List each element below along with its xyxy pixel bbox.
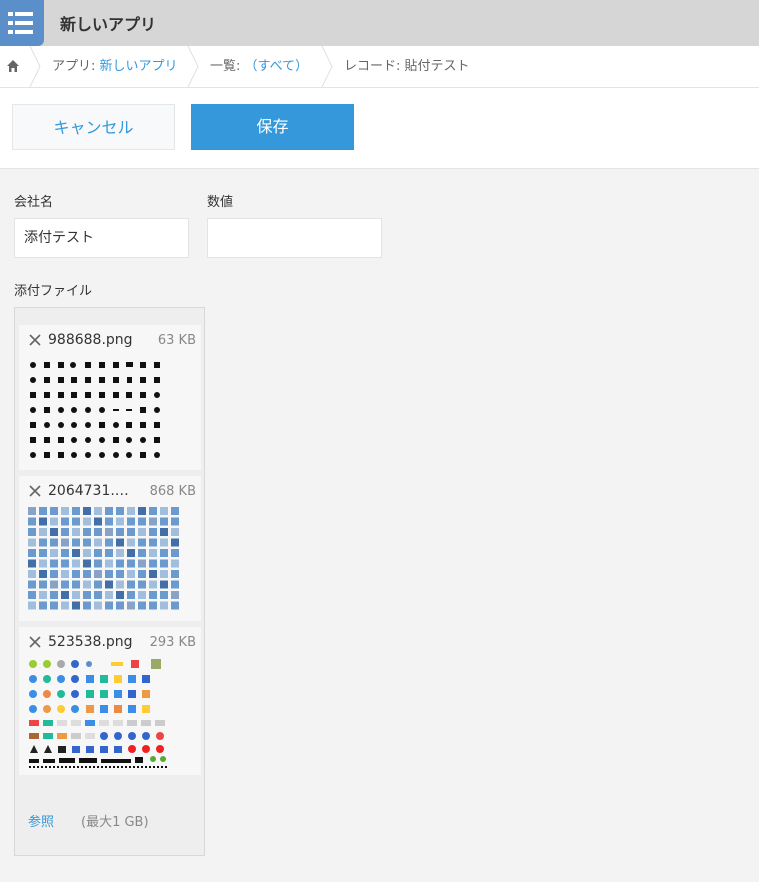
attachment-size: 293 KB — [149, 635, 196, 650]
attachment-thumbnail[interactable] — [27, 657, 187, 772]
attachment-filename[interactable]: 988688.png — [48, 332, 133, 348]
file-size-limit: (最大1 GB) — [81, 815, 149, 830]
number-label: 数値 — [207, 195, 234, 210]
breadcrumb-app-link[interactable]: 新しいアプリ — [100, 59, 178, 74]
attachment-field: 988688.png 63 KB 2064731.… 868 KB 523538… — [14, 307, 205, 856]
breadcrumb-record: レコード: 貼付テスト — [344, 59, 470, 74]
company-label: 会社名 — [14, 195, 54, 210]
attachment-thumbnail[interactable] — [27, 506, 187, 616]
number-input[interactable] — [207, 218, 382, 258]
breadcrumb-separator — [321, 46, 333, 87]
save-button[interactable]: 保存 — [191, 104, 354, 150]
close-icon[interactable] — [28, 333, 42, 347]
attachment-size: 63 KB — [157, 333, 196, 348]
breadcrumb-list: 一覧: （すべて） — [210, 59, 309, 74]
list-icon[interactable] — [0, 0, 44, 46]
attachment-item: 2064731.… 868 KB — [19, 476, 201, 621]
attachment-item: 523538.png 293 KB — [19, 627, 201, 775]
breadcrumb-list-link[interactable]: （すべて） — [245, 59, 309, 74]
breadcrumb-separator — [187, 46, 199, 87]
close-icon[interactable] — [28, 484, 42, 498]
company-input[interactable]: 添付テスト — [14, 218, 189, 258]
app-title: 新しいアプリ — [60, 15, 157, 34]
breadcrumb: アプリ: 新しいアプリ 一覧: （すべて） レコード: 貼付テスト — [0, 46, 759, 88]
breadcrumb-app: アプリ: 新しいアプリ — [52, 59, 178, 74]
browse-button[interactable]: 参照 — [28, 811, 54, 830]
edit-toolbar: キャンセル 保存 — [0, 88, 759, 169]
attachment-size: 868 KB — [149, 484, 196, 499]
home-icon[interactable] — [6, 59, 20, 73]
breadcrumb-separator — [29, 46, 41, 87]
attachment-item: 988688.png 63 KB — [19, 325, 201, 470]
attachment-label: 添付ファイル — [14, 284, 93, 299]
cancel-button[interactable]: キャンセル — [12, 104, 175, 150]
attachment-filename[interactable]: 2064731.… — [48, 483, 129, 499]
close-icon[interactable] — [28, 635, 42, 649]
app-header: 新しいアプリ — [0, 0, 759, 46]
attachment-filename[interactable]: 523538.png — [48, 634, 133, 650]
attachment-thumbnail[interactable] — [27, 355, 197, 465]
